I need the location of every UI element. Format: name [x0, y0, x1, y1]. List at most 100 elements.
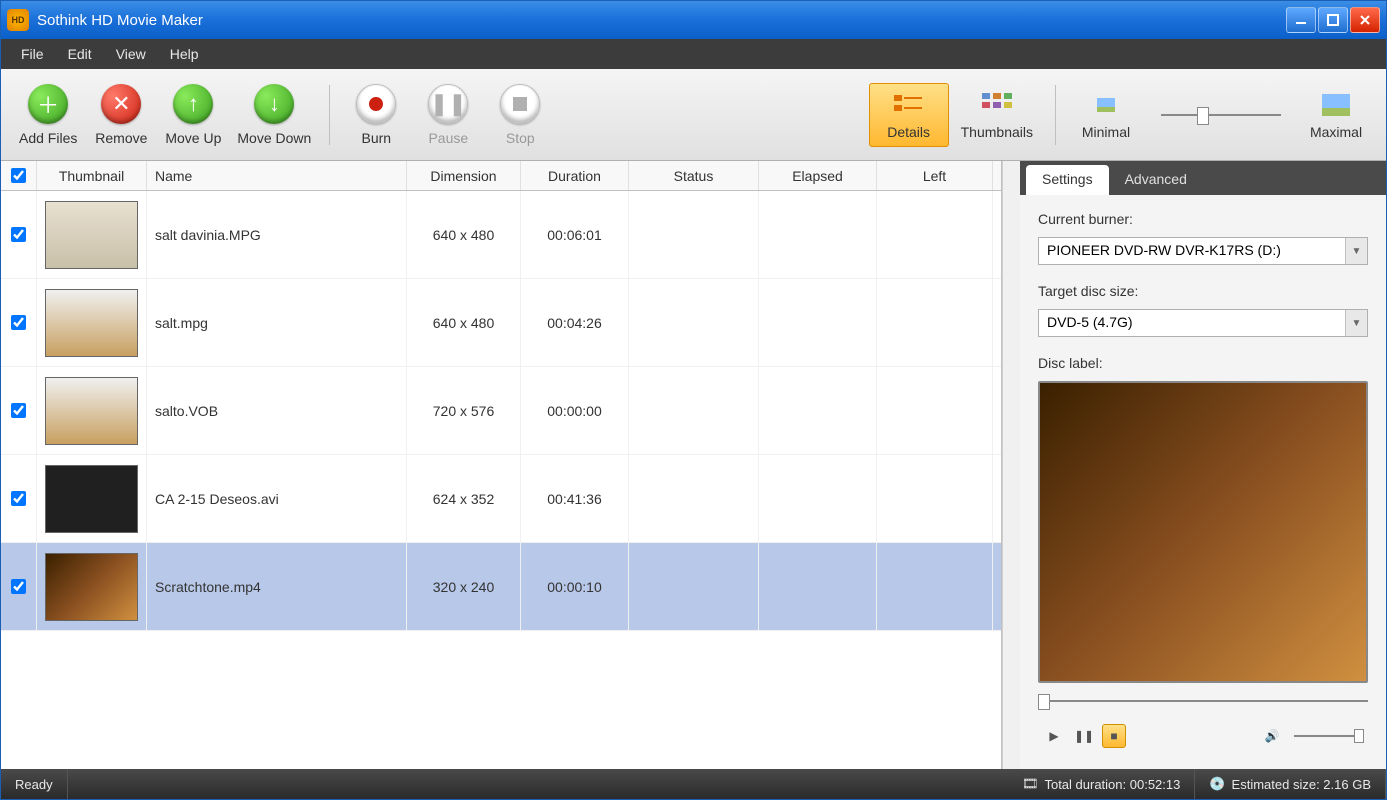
row-dimension: 624 x 352	[407, 455, 521, 542]
maximal-icon	[1318, 90, 1354, 120]
add-files-button[interactable]: ＋ Add Files	[11, 80, 85, 150]
statusbar: Ready 🎞 Total duration: 00:52:13 💿 Estim…	[1, 769, 1386, 799]
toolbar-separator	[329, 85, 330, 145]
record-icon	[356, 84, 396, 124]
row-checkbox[interactable]	[1, 279, 37, 366]
header-dimension[interactable]: Dimension	[407, 161, 521, 190]
menubar: File Edit View Help	[1, 39, 1386, 69]
burner-dropdown[interactable]: PIONEER DVD-RW DVR-K17RS (D:) ▼	[1038, 237, 1368, 265]
pause-label: Pause	[428, 130, 468, 146]
row-checkbox[interactable]	[1, 367, 37, 454]
menu-file[interactable]: File	[9, 42, 56, 66]
table-row[interactable]: salto.VOB720 x 57600:00:00	[1, 367, 1001, 455]
row-elapsed	[759, 191, 877, 278]
header-name[interactable]: Name	[147, 161, 407, 190]
maximize-button[interactable]	[1318, 7, 1348, 33]
row-duration: 00:06:01	[521, 191, 629, 278]
move-down-button[interactable]: ↓ Move Down	[229, 80, 319, 150]
table-row[interactable]: salt davinia.MPG640 x 48000:06:01	[1, 191, 1001, 279]
row-status	[629, 279, 759, 366]
header-thumbnail[interactable]: Thumbnail	[37, 161, 147, 190]
row-duration: 00:41:36	[521, 455, 629, 542]
pause-icon: ❚❚	[428, 84, 468, 124]
tab-advanced[interactable]: Advanced	[1109, 165, 1203, 195]
preview-seek-slider[interactable]	[1038, 693, 1368, 709]
remove-label: Remove	[95, 130, 147, 146]
minimal-label: Minimal	[1082, 124, 1130, 140]
row-name: salto.VOB	[147, 367, 407, 454]
row-duration: 00:04:26	[521, 279, 629, 366]
table-header: Thumbnail Name Dimension Duration Status…	[1, 161, 1001, 191]
table-body: salt davinia.MPG640 x 48000:06:01salt.mp…	[1, 191, 1001, 769]
stop-icon	[500, 84, 540, 124]
row-name: salt davinia.MPG	[147, 191, 407, 278]
remove-button[interactable]: ✕ Remove	[85, 80, 157, 150]
disc-label-label: Disc label:	[1038, 355, 1368, 371]
preview-pause-button[interactable]: ❚❚	[1072, 724, 1096, 748]
row-thumbnail	[37, 191, 147, 278]
burner-value: PIONEER DVD-RW DVR-K17RS (D:)	[1039, 238, 1345, 264]
row-checkbox[interactable]	[1, 191, 37, 278]
pause-button[interactable]: ❚❚ Pause	[412, 80, 484, 150]
table-row[interactable]: salt.mpg640 x 48000:04:26	[1, 279, 1001, 367]
row-name: Scratchtone.mp4	[147, 543, 407, 630]
app-icon: HD	[7, 9, 29, 31]
status-size-text: Estimated size: 2.16 GB	[1232, 777, 1371, 792]
move-down-label: Move Down	[237, 130, 311, 146]
details-label: Details	[887, 124, 930, 140]
preview-play-button[interactable]: ▶	[1042, 724, 1066, 748]
row-elapsed	[759, 367, 877, 454]
row-left	[877, 279, 993, 366]
row-dimension: 320 x 240	[407, 543, 521, 630]
status-size: 💿 Estimated size: 2.16 GB	[1195, 769, 1386, 799]
zoom-slider[interactable]	[1161, 114, 1281, 116]
x-icon: ✕	[101, 84, 141, 124]
volume-slider[interactable]	[1294, 735, 1364, 737]
disc-size-label: Target disc size:	[1038, 283, 1368, 299]
row-checkbox[interactable]	[1, 455, 37, 542]
burn-button[interactable]: Burn	[340, 80, 412, 150]
minimal-icon	[1088, 90, 1124, 120]
stop-label: Stop	[506, 130, 535, 146]
close-button[interactable]	[1350, 7, 1380, 33]
volume-icon[interactable]: 🔊	[1260, 724, 1284, 748]
table-row[interactable]: Scratchtone.mp4320 x 24000:00:10	[1, 543, 1001, 631]
menu-view[interactable]: View	[104, 42, 158, 66]
row-dimension: 640 x 480	[407, 191, 521, 278]
preview-stop-button[interactable]: ■	[1102, 724, 1126, 748]
table-row[interactable]: CA 2-15 Deseos.avi624 x 35200:41:36	[1, 455, 1001, 543]
row-checkbox[interactable]	[1, 543, 37, 630]
menu-help[interactable]: Help	[158, 42, 211, 66]
header-left[interactable]: Left	[877, 161, 993, 190]
view-thumbnails-button[interactable]: Thumbnails	[949, 84, 1045, 146]
settings-panel: Settings Advanced Current burner: PIONEE…	[1020, 161, 1386, 769]
row-duration: 00:00:10	[521, 543, 629, 630]
view-details-button[interactable]: Details	[869, 83, 949, 147]
film-icon: 🎞	[1022, 776, 1039, 792]
vertical-scrollbar[interactable]	[1002, 161, 1020, 769]
view-minimal-button[interactable]: Minimal	[1066, 84, 1146, 146]
header-checkbox[interactable]	[1, 161, 37, 190]
row-left	[877, 455, 993, 542]
move-up-label: Move Up	[165, 130, 221, 146]
header-duration[interactable]: Duration	[521, 161, 629, 190]
stop-button[interactable]: Stop	[484, 80, 556, 150]
status-duration-text: Total duration: 00:52:13	[1044, 777, 1180, 792]
file-table: Thumbnail Name Dimension Duration Status…	[1, 161, 1002, 769]
disc-size-value: DVD-5 (4.7G)	[1039, 310, 1345, 336]
disc-size-dropdown[interactable]: DVD-5 (4.7G) ▼	[1038, 309, 1368, 337]
thumbnails-icon	[979, 90, 1015, 120]
row-dimension: 640 x 480	[407, 279, 521, 366]
toolbar-separator	[1055, 85, 1056, 145]
row-elapsed	[759, 279, 877, 366]
move-up-button[interactable]: ↑ Move Up	[157, 80, 229, 150]
view-maximal-button[interactable]: Maximal	[1296, 84, 1376, 146]
header-elapsed[interactable]: Elapsed	[759, 161, 877, 190]
header-status[interactable]: Status	[629, 161, 759, 190]
minimize-button[interactable]	[1286, 7, 1316, 33]
menu-edit[interactable]: Edit	[56, 42, 104, 66]
row-thumbnail	[37, 279, 147, 366]
tab-settings[interactable]: Settings	[1026, 165, 1109, 195]
titlebar: HD Sothink HD Movie Maker	[1, 1, 1386, 39]
disc-icon: 💿	[1209, 776, 1225, 792]
